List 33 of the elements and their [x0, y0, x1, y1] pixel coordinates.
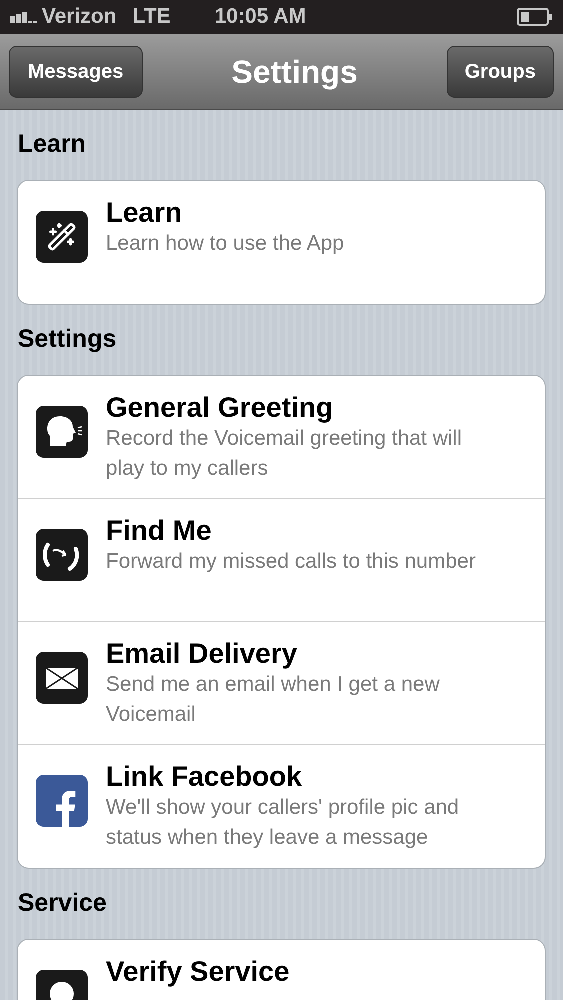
- row-title: General Greeting: [106, 392, 334, 424]
- facebook-icon: [36, 775, 88, 827]
- settings-row[interactable]: General Greeting Record the Voicemail greeting that will play to my callers: [18, 376, 545, 499]
- section-header: Learn: [18, 129, 86, 160]
- network-label: LTE: [132, 4, 171, 30]
- settings-row[interactable]: Find Me Forward my missed calls to this number: [18, 499, 545, 622]
- envelope-icon: [36, 652, 88, 704]
- speaking-head-icon: [36, 406, 88, 458]
- row-subtitle: We'll show your callers' profile pic and status when they leave a message: [106, 795, 460, 851]
- phone-forward-icon: [36, 529, 88, 581]
- time-label: 10:05 AM: [214, 4, 306, 30]
- row-subtitle: Learn how to use the App: [106, 231, 344, 257]
- row-subtitle: Record the Voicemail greeting that will play to my callers: [106, 426, 464, 482]
- magic-wand-icon: [36, 211, 88, 263]
- row-title: Find Me: [106, 515, 213, 547]
- messages-button[interactable]: Messages: [9, 46, 143, 98]
- section-header: Service: [18, 888, 107, 920]
- nav-title: Settings: [232, 52, 358, 92]
- row-title: Email Delivery: [106, 638, 298, 670]
- groups-button[interactable]: Groups: [446, 46, 554, 98]
- settings-row[interactable]: Link Facebook We'll show your callers' profile pic and status when they leave a message: [18, 745, 545, 868]
- settings-row[interactable]: Email Delivery Send me an email when I get a new Voicemail: [18, 622, 545, 745]
- settings-row[interactable]: Verify Service: [18, 940, 545, 1000]
- section-header: Settings: [18, 324, 117, 356]
- row-title: Verify Service: [106, 956, 290, 988]
- row-title: Link Facebook: [106, 761, 304, 793]
- row-subtitle: Forward my missed calls to this number: [106, 549, 476, 575]
- carrier-label: Verizon: [42, 4, 117, 30]
- row-title: Learn: [106, 197, 184, 229]
- battery-icon: [517, 8, 553, 26]
- signal-icon: [10, 11, 38, 23]
- settings-row[interactable]: Learn Learn how to use the App: [18, 181, 545, 304]
- row-subtitle: Send me an email when I get a new Voicemail: [106, 672, 441, 728]
